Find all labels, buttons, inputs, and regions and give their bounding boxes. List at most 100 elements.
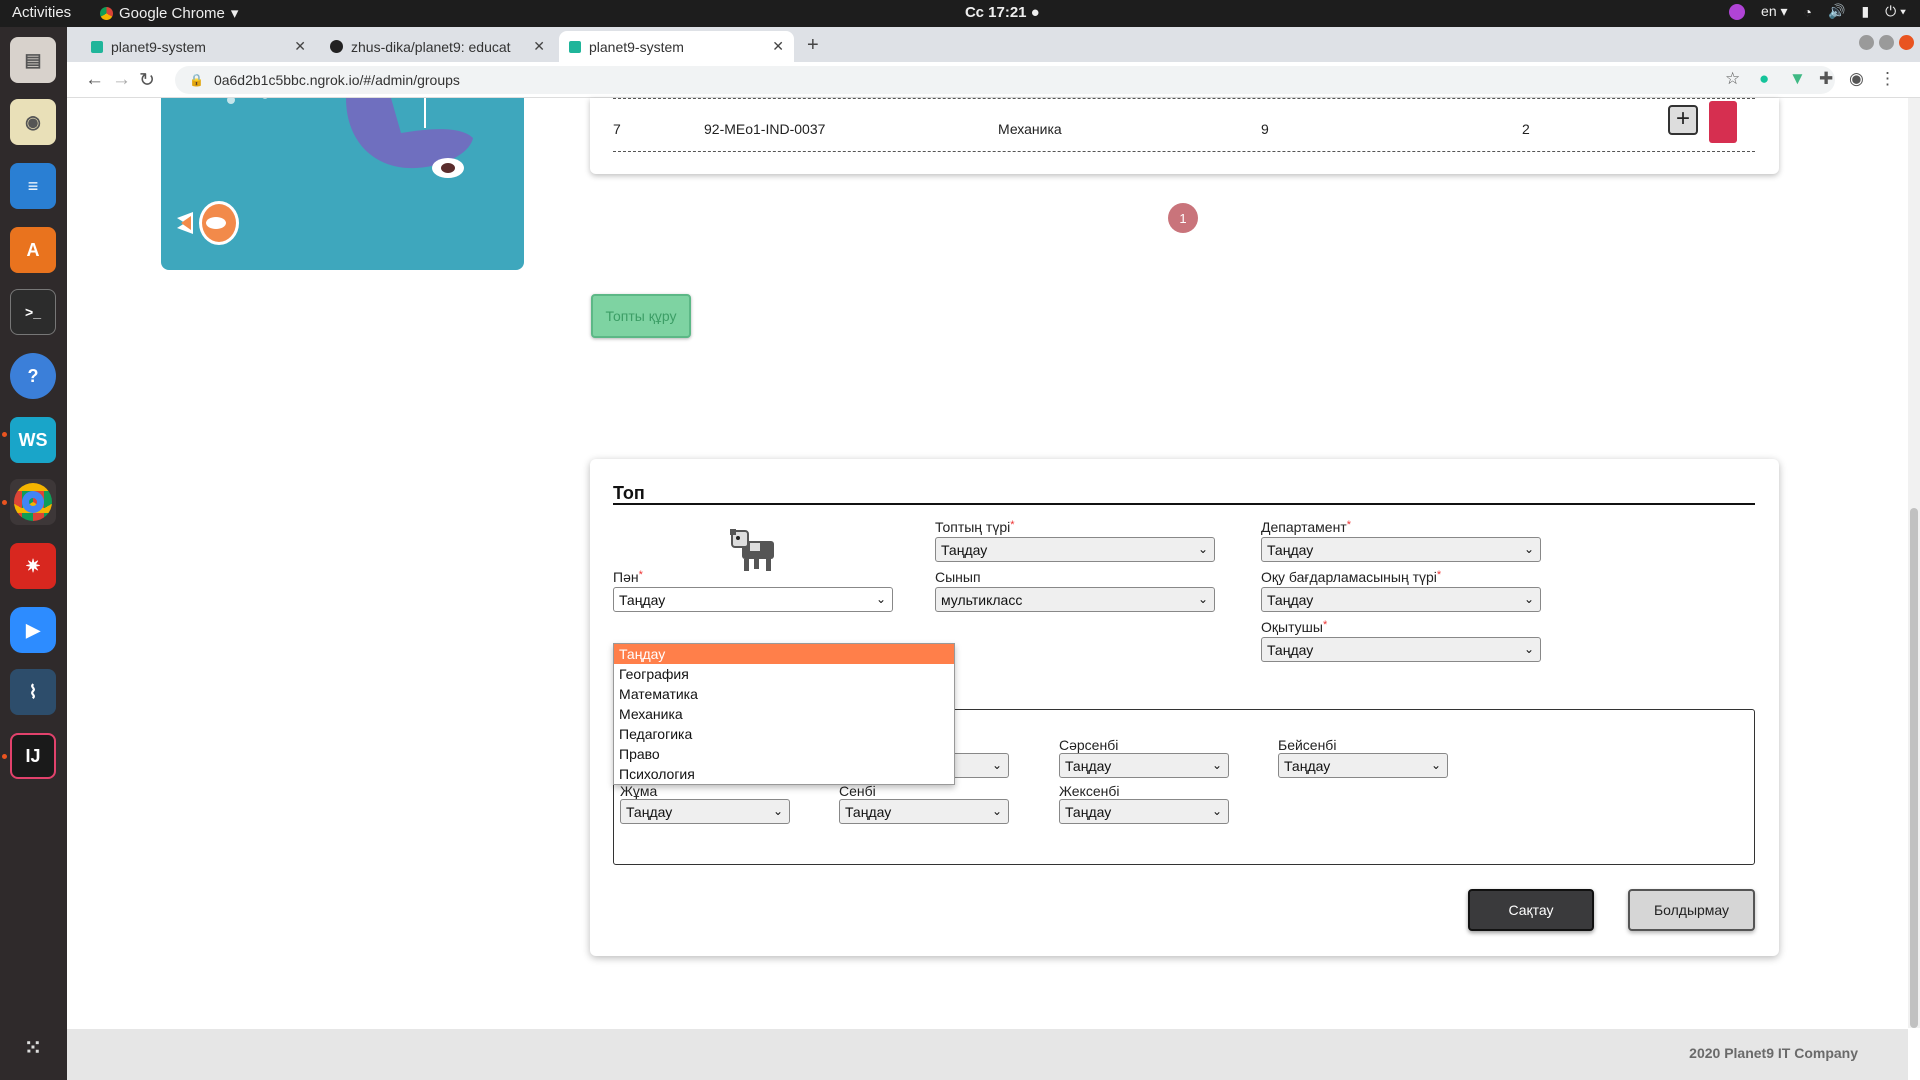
volume-icon[interactable]: 🔊 <box>1828 3 1845 20</box>
writer-icon[interactable]: ≡ <box>10 163 56 209</box>
group-type-label: Топтың түрі* <box>935 519 1015 535</box>
vue-devtools-extension-icon[interactable]: ▼ <box>1789 69 1806 89</box>
friday-select[interactable]: Таңдау ⌄ <box>620 799 790 824</box>
files-icon[interactable]: ▤ <box>10 37 56 83</box>
help-icon[interactable]: ? <box>10 353 56 399</box>
back-icon[interactable]: ← <box>85 69 104 91</box>
webstorm-icon[interactable]: WS <box>10 417 56 463</box>
program-type-select[interactable]: Таңдау ⌄ <box>1261 587 1541 612</box>
scrollbar-thumb[interactable] <box>1910 508 1918 1028</box>
minimize-window-icon[interactable] <box>1859 35 1874 50</box>
close-tab-icon[interactable]: ✕ <box>533 38 545 55</box>
row-subject: Механика <box>998 121 1062 137</box>
chrome-logo-icon <box>14 483 52 521</box>
activities-button[interactable]: Activities <box>12 4 71 21</box>
extensions-puzzle-icon[interactable]: ✚ <box>1819 69 1833 89</box>
planet9-favicon-icon <box>569 40 581 53</box>
tab-title: planet9-system <box>111 38 206 55</box>
subject-option[interactable]: Право <box>614 744 954 764</box>
friday-label: Жұма <box>620 783 658 799</box>
table-row[interactable]: 7 92-MEo1-IND-0037 Механика 9 2 + <box>613 98 1755 152</box>
rhythmbox-icon[interactable]: ◉ <box>10 99 56 145</box>
hero-illustration <box>161 98 524 270</box>
chevron-down-icon: ⌄ <box>991 804 1002 818</box>
add-student-icon[interactable]: + <box>1668 105 1698 135</box>
forward-icon[interactable]: → <box>112 69 131 91</box>
row-code: 92-MEo1-IND-0037 <box>704 121 826 137</box>
subject-select[interactable]: Таңдау ⌄ <box>613 587 893 612</box>
bookmark-star-icon[interactable]: ☆ <box>1725 69 1740 89</box>
grammarly-extension-icon[interactable]: ● <box>1759 69 1769 89</box>
wifi-icon[interactable]: ◔ <box>1804 4 1812 20</box>
maximize-window-icon[interactable] <box>1879 35 1894 50</box>
reload-icon[interactable]: ↻ <box>139 69 155 92</box>
close-tab-icon[interactable]: ✕ <box>294 38 306 55</box>
intellij-icon[interactable]: IJ <box>10 733 56 779</box>
clock[interactable]: Сс 17:21 ● <box>965 4 1040 21</box>
ubuntu-dock: ▤ ◉ ≡ A >_ ? WS ✷ ▶ ⌇ IJ ⁙ <box>0 27 67 1080</box>
profile-avatar-icon[interactable]: ◉ <box>1849 69 1864 89</box>
subject-option[interactable]: География <box>614 664 954 684</box>
power-menu-icon[interactable]: ⏻ ▾ <box>1885 3 1906 20</box>
whale-illustration <box>177 98 473 245</box>
footer-copyright: 2020 Planet9 IT Company <box>1689 1045 1858 1061</box>
lock-icon: 🔒 <box>189 73 204 87</box>
subject-label: Пән* <box>613 569 643 585</box>
app-menu[interactable]: Google Chrome ▾ <box>100 4 238 22</box>
github-favicon-icon <box>330 40 343 53</box>
subject-option[interactable]: Психология <box>614 764 954 784</box>
thursday-select[interactable]: Таңдау ⌄ <box>1278 753 1448 778</box>
chevron-down-icon: ⌄ <box>772 804 783 818</box>
software-center-icon[interactable]: A <box>10 227 56 273</box>
tab-github[interactable]: zhus-dika/planet9: educat ✕ <box>320 31 555 62</box>
subject-option[interactable]: Механика <box>614 704 954 724</box>
saturday-label: Сенбі <box>839 783 876 799</box>
close-tab-icon[interactable]: ✕ <box>772 38 784 55</box>
save-button[interactable]: Сақтау <box>1468 889 1594 931</box>
new-tab-icon[interactable]: + <box>807 34 819 57</box>
thursday-label: Бейсенбі <box>1278 737 1337 753</box>
wednesday-select[interactable]: Таңдау ⌄ <box>1059 753 1229 778</box>
firefox-tray-icon[interactable] <box>1729 3 1746 20</box>
sunday-label: Жексенбі <box>1059 783 1120 799</box>
edit-pen-icon[interactable] <box>1709 101 1737 143</box>
app-name-label: Google Chrome <box>119 4 225 22</box>
battery-icon[interactable]: ▮ <box>1861 3 1869 20</box>
subject-option[interactable]: Таңдау <box>614 644 954 664</box>
class-select[interactable]: мультикласс ⌄ <box>935 587 1215 612</box>
wednesday-label: Сәрсенбі <box>1059 737 1119 753</box>
subject-option[interactable]: Педагогика <box>614 724 954 744</box>
toolbar: ← → ↻ 🔒 0a6d2b1c5bbc.ngrok.io/#/admin/gr… <box>67 62 1920 98</box>
row-count: 2 <box>1522 121 1530 137</box>
pagination-page-1[interactable]: 1 <box>1168 203 1198 233</box>
group-type-select[interactable]: Таңдау ⌄ <box>935 537 1215 562</box>
chrome-dock-icon[interactable] <box>10 479 56 525</box>
language-indicator[interactable]: en ▾ <box>1761 3 1788 20</box>
terminal-icon[interactable]: >_ <box>10 289 56 335</box>
cancel-button[interactable]: Болдырмау <box>1628 889 1755 931</box>
page-scrollbar[interactable] <box>1908 98 1920 1028</box>
zoom-icon[interactable]: ▶ <box>10 607 56 653</box>
mysql-workbench-icon[interactable]: ⌇ <box>10 669 56 715</box>
sunday-select[interactable]: Таңдау ⌄ <box>1059 799 1229 824</box>
chrome-menu-icon[interactable]: ⋮ <box>1879 69 1896 89</box>
subject-option[interactable]: Математика <box>614 684 954 704</box>
address-bar[interactable]: 🔒 0a6d2b1c5bbc.ngrok.io/#/admin/groups <box>175 66 1835 94</box>
program-type-label: Оқу бағдарламасының түрі* <box>1261 569 1442 585</box>
chevron-down-icon: ▾ <box>230 5 239 22</box>
chevron-down-icon: ⌄ <box>1197 592 1208 606</box>
chevron-down-icon: ⌄ <box>1430 758 1441 772</box>
show-applications-icon[interactable]: ⁙ <box>10 1025 56 1071</box>
os-top-bar: Activities Google Chrome ▾ Сс 17:21 ● en… <box>0 0 1920 27</box>
tab-planet9-active[interactable]: planet9-system ✕ <box>559 31 794 62</box>
chrome-icon <box>100 6 113 20</box>
tab-planet9-1[interactable]: planet9-system ✕ <box>81 31 316 62</box>
close-window-icon[interactable] <box>1899 35 1914 50</box>
teacher-select[interactable]: Таңдау ⌄ <box>1261 637 1541 662</box>
create-group-button[interactable]: Топты құру <box>591 294 691 338</box>
department-select[interactable]: Таңдау ⌄ <box>1261 537 1541 562</box>
chevron-down-icon: ⌄ <box>1523 542 1534 556</box>
saturday-select[interactable]: Таңдау ⌄ <box>839 799 1009 824</box>
chevron-down-icon: ⌄ <box>1211 804 1222 818</box>
wolfram-icon[interactable]: ✷ <box>10 543 56 589</box>
